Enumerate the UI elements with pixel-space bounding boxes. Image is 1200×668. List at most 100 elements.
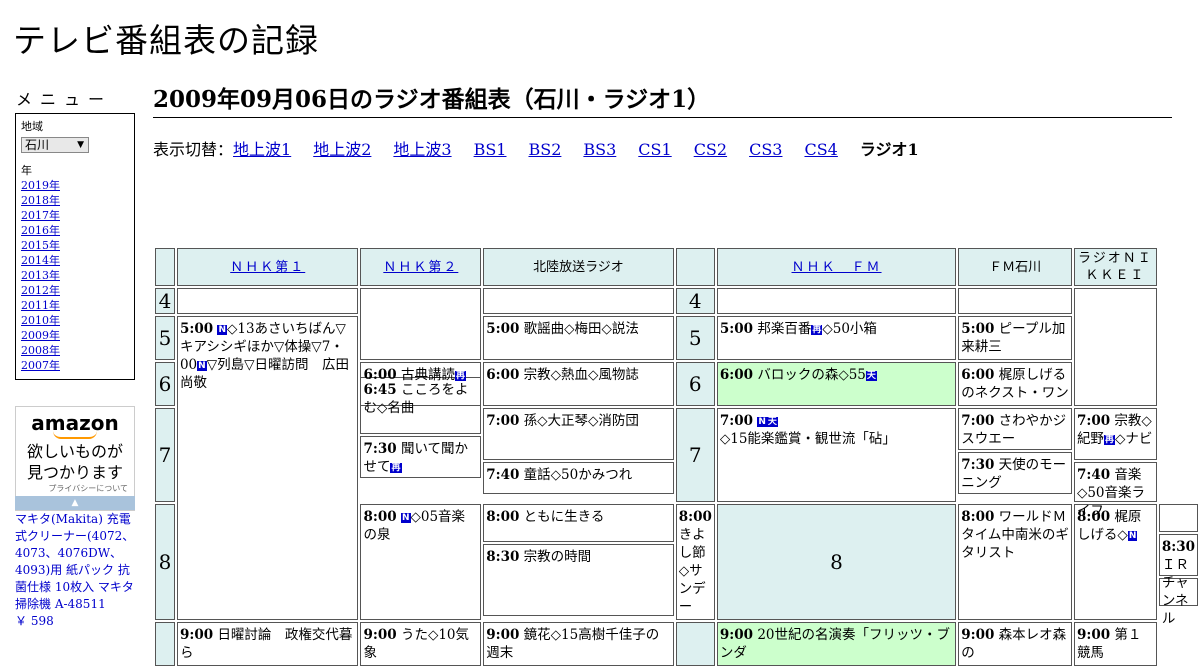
ad-privacy-link[interactable]: プライバシーについて: [16, 483, 134, 494]
program-time: 6:00: [961, 367, 995, 383]
program-cell[interactable]: 9:00 20世紀の名演奏「フリッツ・ブンダ: [716, 622, 957, 666]
program-cell[interactable]: 7:30 聞いて聞かせて再: [360, 436, 482, 478]
program-time: 7:00: [719, 413, 754, 429]
site-title: テレビ番組表の記録: [13, 21, 319, 60]
year-link[interactable]: 2007年: [21, 358, 134, 373]
program-cell[interactable]: 6:00 梶原しげるのネクスト・ワン: [958, 362, 1072, 406]
hour-cell: 6: [675, 362, 715, 406]
program-cell[interactable]: 5:00 ピープル加来耕三: [958, 316, 1072, 360]
year-link[interactable]: 2009年: [21, 328, 134, 343]
program-cell[interactable]: 5:00 歌謡曲◇梅田◇説法: [483, 316, 674, 360]
news-badge-icon: N: [217, 325, 227, 335]
program-cell-group: 8:30 ＩＲチャンネル: [1158, 504, 1198, 627]
program-title: バロックの森◇55: [757, 367, 866, 383]
program-cell[interactable]: 7:00 N 天 ◇15能楽鑑賞・観世流「砧」: [716, 408, 957, 502]
switch-link-cs3[interactable]: CS3: [749, 140, 782, 159]
page-title: 2009年09月06日のラジオ番組表（石川・ラジオ1）: [153, 80, 1172, 118]
year-link[interactable]: 2018年: [21, 193, 134, 208]
year-link[interactable]: 2011年: [21, 298, 134, 313]
region-label: 地域: [21, 120, 43, 133]
program-title: 宗教の時間: [523, 549, 592, 565]
program-cell[interactable]: 8:00 ともに生きる: [483, 504, 674, 542]
program-cell[interactable]: 9:00 鏡花◇15高樹千佳子の週末: [483, 622, 674, 666]
year-link[interactable]: 2010年: [21, 313, 134, 328]
program-cell[interactable]: 8:00 ワールドＭタイム中南米のギタリスト: [958, 504, 1072, 620]
channel-header: ラジオＮＩＫＫＥＩ: [1073, 248, 1157, 286]
switch-link-terrestrial3[interactable]: 地上波3: [393, 140, 451, 159]
program-cell[interactable]: 6:00 宗教◇熱血◇風物誌: [483, 362, 674, 406]
program-cell[interactable]: 8:00 きよし節◇サンデー: [675, 504, 715, 620]
switch-link-cs1[interactable]: CS1: [638, 140, 671, 159]
program-cell[interactable]: 9:00 森本レオ森の: [958, 622, 1072, 666]
program-time: 5:00: [179, 321, 214, 337]
program-cell[interactable]: 6:00 バロックの森◇55天: [716, 362, 957, 406]
ad-copy-line1: 欲しいものが: [26, 442, 123, 461]
ad-product-title[interactable]: マキタ(Makita) 充電式クリーナー(4072、4073、4076DW、40…: [15, 511, 137, 613]
program-cell[interactable]: 7:40 音楽◇50音楽ライフ: [1073, 462, 1157, 519]
program-cell-group: 6:45 こころをよむ◇名曲 7:30 聞いて聞かせて再: [360, 377, 482, 502]
ad-scroll-up-icon[interactable]: ▲: [15, 496, 135, 510]
hour-cell: 8: [155, 504, 175, 620]
program-cell[interactable]: 7:30 天使のモーニング: [958, 452, 1072, 494]
sidebar-menu: メニュー 地域 石川 ▼ 年 2019年 2018年 2017年 2016年 20…: [15, 86, 137, 380]
ad-product[interactable]: マキタ(Makita) 充電式クリーナー(4072、4073、4076DW、40…: [15, 511, 137, 630]
program-cell[interactable]: 7:00 宗教◇紀野再◇ナビ: [1073, 408, 1157, 460]
switch-current: ラジオ1: [859, 140, 919, 159]
year-link[interactable]: 2013年: [21, 268, 134, 283]
program-cell[interactable]: 9:00 第１競馬: [1073, 622, 1157, 666]
program-cell[interactable]: 8:00 N◇05音楽の泉: [360, 504, 482, 620]
program-time: 8:00: [961, 509, 995, 525]
program-cell-group: 8:00 ともに生きる 8:30 宗教の時間: [483, 504, 674, 620]
program-cell[interactable]: 7:40 童話◇50かみつれ: [483, 462, 674, 494]
year-link[interactable]: 2019年: [21, 178, 134, 193]
channel-header: ＮＨＫ第１: [176, 248, 359, 286]
year-link[interactable]: 2017年: [21, 208, 134, 223]
switch-link-cs2[interactable]: CS2: [694, 140, 727, 159]
program-cell[interactable]: 8:30 ＩＲチャンネル: [1158, 534, 1198, 627]
year-link[interactable]: 2012年: [21, 283, 134, 298]
rerun-badge-icon: 再: [454, 371, 466, 381]
channel-link-nhk2[interactable]: ＮＨＫ第２: [383, 260, 458, 275]
program-cell[interactable]: 8:30 宗教の時間: [483, 544, 674, 616]
program-cell[interactable]: 6:45 こころをよむ◇名曲: [360, 377, 482, 434]
year-link[interactable]: 2008年: [21, 343, 134, 358]
program-cell[interactable]: 9:00 日曜討論 政権交代暮ら: [176, 622, 359, 666]
program-time: 8:00: [678, 509, 712, 525]
program-time: 5:00: [486, 321, 520, 337]
year-link[interactable]: 2015年: [21, 238, 134, 253]
year-link[interactable]: 2016年: [21, 223, 134, 238]
year-link[interactable]: 2014年: [21, 253, 134, 268]
switch-link-terrestrial2[interactable]: 地上波2: [313, 140, 371, 159]
weather-badge-icon: 天: [766, 417, 778, 427]
program-time: 7:30: [363, 441, 397, 457]
program-title-cont: ◇50小箱: [822, 321, 877, 337]
program-time: 5:00: [719, 321, 754, 337]
program-time: 6:45: [363, 382, 397, 398]
switch-link-bs2[interactable]: BS2: [528, 140, 561, 159]
program-cell[interactable]: 9:00 うた◇10気象: [360, 622, 482, 666]
program-title: ＩＲチャンネル: [1161, 557, 1189, 627]
hour-cell: 8: [716, 504, 957, 620]
program-time: 8:00: [486, 509, 520, 525]
switch-link-cs4[interactable]: CS4: [804, 140, 837, 159]
program-cell[interactable]: 7:00 さわやかジスウエー: [958, 408, 1072, 450]
switch-link-terrestrial1[interactable]: 地上波1: [233, 140, 291, 159]
region-select[interactable]: 石川 ▼: [21, 137, 89, 153]
program-cell[interactable]: 8:00 梶原しげる◇N: [1073, 504, 1157, 620]
menu-title: メニュー: [16, 90, 113, 109]
program-time: 9:00: [961, 627, 995, 643]
program-cell[interactable]: 7:00 孫◇大正琴◇消防団: [483, 408, 674, 460]
channel-link-nhkfm[interactable]: ＮＨＫ ＦＭ: [792, 260, 882, 275]
program-time: 6:00: [719, 367, 754, 383]
program-cell-group: 7:00 宗教◇紀野再◇ナビ 7:40 音楽◇50音楽ライフ: [1073, 408, 1157, 519]
view-switcher: 表示切替：地上波1 地上波2 地上波3 BS1 BS2 BS3 CS1 CS2 CS3 CS4 ラジ…: [153, 136, 1172, 160]
program-time: 7:40: [1076, 467, 1111, 483]
program-cell[interactable]: 5:00 邦楽百番再◇50小箱: [716, 316, 957, 360]
program-cell[interactable]: 5:00 N◇13あさいちばん▽キアシシギほか▽体操▽7・00N▽列島▽日曜訪問…: [176, 316, 359, 620]
main-content: 2009年09月06日のラジオ番組表（石川・ラジオ1） 表示切替：地上波1 地上波…: [153, 80, 1172, 160]
header-corner: [675, 248, 715, 286]
program-time: 7:30: [961, 457, 995, 473]
channel-link-nhk1[interactable]: ＮＨＫ第１: [230, 260, 305, 275]
switch-link-bs3[interactable]: BS3: [583, 140, 616, 159]
switch-link-bs1[interactable]: BS1: [474, 140, 507, 159]
